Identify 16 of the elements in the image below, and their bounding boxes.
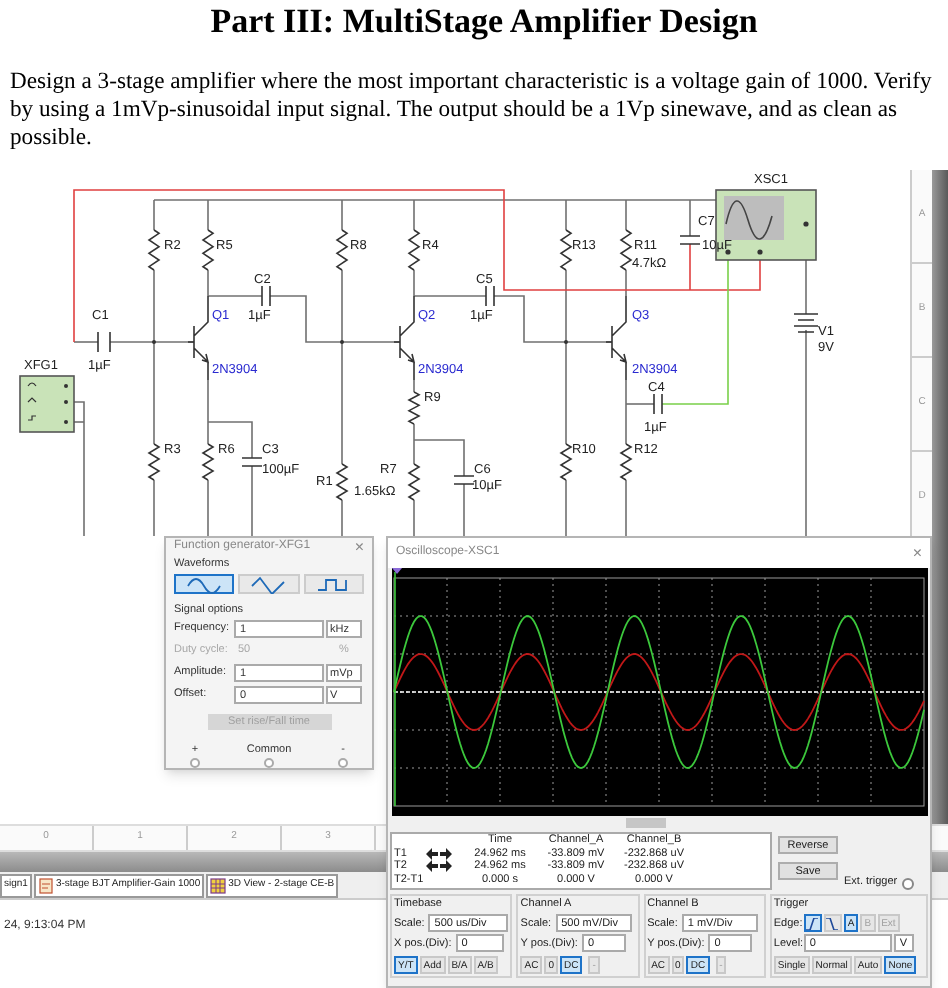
scrollbar-thumb[interactable] (626, 818, 666, 828)
function-generator-symbol (19, 375, 75, 433)
falling-edge-button[interactable] (823, 914, 842, 933)
cursor-arrows-icon[interactable] (426, 847, 452, 860)
document-paragraph: Design a 3-stage amplifier where the most important characteristic is a voltage gain of 1000. Verify by using a 1mVp-sinusoidal input signal. The output should be a 1Vp sinewave, and as clean as possible. (10, 68, 934, 152)
triangle-wave-icon (248, 574, 289, 595)
sine-wave-icon (184, 574, 225, 595)
document-icon (37, 877, 54, 893)
vertical-scrollbar[interactable] (932, 170, 948, 824)
close-button[interactable]: × (912, 545, 922, 561)
document-title: Part III: MultiStage Amplifier Design (208, 0, 760, 42)
waveform-button[interactable] (174, 574, 235, 595)
rising-edge-button[interactable] (803, 914, 822, 933)
grid-icon (210, 877, 227, 893)
cursor-arrows-icon[interactable] (426, 860, 452, 873)
ext-trigger-radio[interactable] (901, 878, 914, 890)
